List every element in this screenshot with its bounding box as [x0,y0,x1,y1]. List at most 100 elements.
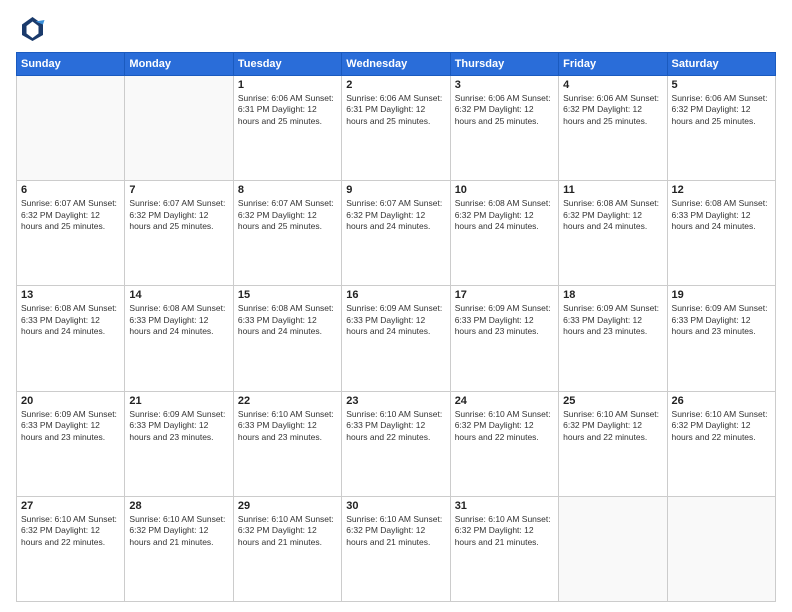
calendar-cell: 11Sunrise: 6:08 AM Sunset: 6:32 PM Dayli… [559,181,667,286]
day-info: Sunrise: 6:10 AM Sunset: 6:32 PM Dayligh… [21,514,120,548]
day-info: Sunrise: 6:10 AM Sunset: 6:32 PM Dayligh… [455,409,554,443]
logo-icon [16,14,46,44]
calendar-cell: 6 Sunrise: 6:07 AM Sunset: 6:32 PM Daylig… [17,181,125,286]
day-number: 30 [346,500,445,512]
day-number: 4 [563,79,662,91]
day-number: 12 [672,184,771,196]
day-info: Sunrise: 6:08 AM Sunset: 6:33 PM Dayligh… [21,303,120,337]
calendar-cell: 1 Sunrise: 6:06 AM Sunset: 6:31 PM Daylig… [233,76,341,181]
day-info: Sunrise: 6:10 AM Sunset: 6:32 PM Dayligh… [563,409,662,443]
day-info: Sunrise: 6:06 AM Sunset: 6:32 PM Dayligh… [455,93,554,127]
day-info: Sunrise: 6:06 AM Sunset: 6:32 PM Dayligh… [563,93,662,127]
day-number: 23 [346,395,445,407]
day-number: 1 [238,79,337,91]
day-info: Sunrise: 6:08 AM Sunset: 6:33 PM Dayligh… [129,303,228,337]
calendar-cell: 21Sunrise: 6:09 AM Sunset: 6:33 PM Dayli… [125,391,233,496]
day-number: 10 [455,184,554,196]
calendar-cell: 27 Sunrise: 6:10 AM Sunset: 6:32 PM Dayli… [17,496,125,601]
day-number: 7 [129,184,228,196]
calendar-cell: 7 Sunrise: 6:07 AM Sunset: 6:32 PM Daylig… [125,181,233,286]
day-number: 18 [563,289,662,301]
calendar-table: SundayMondayTuesdayWednesdayThursdayFrid… [16,52,776,602]
calendar-cell: 12 Sunrise: 6:08 AM Sunset: 6:33 PM Dayli… [667,181,775,286]
calendar-week-row: 1 Sunrise: 6:06 AM Sunset: 6:31 PM Daylig… [17,76,776,181]
calendar-cell [17,76,125,181]
day-info: Sunrise: 6:08 AM Sunset: 6:32 PM Dayligh… [563,198,662,232]
day-number: 8 [238,184,337,196]
calendar-cell: 23 Sunrise: 6:10 AM Sunset: 6:33 PM Dayli… [342,391,450,496]
day-number: 3 [455,79,554,91]
day-number: 31 [455,500,554,512]
day-info: Sunrise: 6:10 AM Sunset: 6:32 PM Dayligh… [455,514,554,548]
day-info: Sunrise: 6:10 AM Sunset: 6:32 PM Dayligh… [238,514,337,548]
day-number: 19 [672,289,771,301]
day-info: Sunrise: 6:06 AM Sunset: 6:32 PM Dayligh… [672,93,771,127]
calendar-cell: 28Sunrise: 6:10 AM Sunset: 6:32 PM Dayli… [125,496,233,601]
calendar-header-row: SundayMondayTuesdayWednesdayThursdayFrid… [17,53,776,76]
calendar-cell: 16 Sunrise: 6:09 AM Sunset: 6:33 PM Dayli… [342,286,450,391]
day-info: Sunrise: 6:09 AM Sunset: 6:33 PM Dayligh… [455,303,554,337]
calendar-week-row: 27 Sunrise: 6:10 AM Sunset: 6:32 PM Dayli… [17,496,776,601]
day-number: 9 [346,184,445,196]
calendar-cell [125,76,233,181]
day-number: 26 [672,395,771,407]
day-info: Sunrise: 6:07 AM Sunset: 6:32 PM Dayligh… [21,198,120,232]
day-info: Sunrise: 6:06 AM Sunset: 6:31 PM Dayligh… [346,93,445,127]
calendar-cell: 13 Sunrise: 6:08 AM Sunset: 6:33 PM Dayli… [17,286,125,391]
weekday-header: Sunday [17,53,125,76]
logo [16,14,50,44]
day-number: 13 [21,289,120,301]
day-info: Sunrise: 6:09 AM Sunset: 6:33 PM Dayligh… [21,409,120,443]
day-number: 25 [563,395,662,407]
day-info: Sunrise: 6:09 AM Sunset: 6:33 PM Dayligh… [346,303,445,337]
day-info: Sunrise: 6:08 AM Sunset: 6:33 PM Dayligh… [672,198,771,232]
weekday-header: Monday [125,53,233,76]
calendar-cell: 19Sunrise: 6:09 AM Sunset: 6:33 PM Dayli… [667,286,775,391]
day-info: Sunrise: 6:07 AM Sunset: 6:32 PM Dayligh… [346,198,445,232]
day-number: 17 [455,289,554,301]
header [16,14,776,44]
day-number: 29 [238,500,337,512]
day-info: Sunrise: 6:10 AM Sunset: 6:33 PM Dayligh… [238,409,337,443]
day-number: 27 [21,500,120,512]
calendar-cell: 20 Sunrise: 6:09 AM Sunset: 6:33 PM Dayli… [17,391,125,496]
weekday-header: Tuesday [233,53,341,76]
calendar-week-row: 13 Sunrise: 6:08 AM Sunset: 6:33 PM Dayli… [17,286,776,391]
calendar-cell: 9 Sunrise: 6:07 AM Sunset: 6:32 PM Daylig… [342,181,450,286]
day-info: Sunrise: 6:10 AM Sunset: 6:33 PM Dayligh… [346,409,445,443]
calendar-cell: 10 Sunrise: 6:08 AM Sunset: 6:32 PM Dayli… [450,181,558,286]
day-number: 14 [129,289,228,301]
calendar-cell: 30Sunrise: 6:10 AM Sunset: 6:32 PM Dayli… [342,496,450,601]
calendar-cell: 26 Sunrise: 6:10 AM Sunset: 6:32 PM Dayli… [667,391,775,496]
day-number: 21 [129,395,228,407]
day-info: Sunrise: 6:06 AM Sunset: 6:31 PM Dayligh… [238,93,337,127]
calendar-cell: 25 Sunrise: 6:10 AM Sunset: 6:32 PM Dayli… [559,391,667,496]
calendar-cell: 31 Sunrise: 6:10 AM Sunset: 6:32 PM Dayli… [450,496,558,601]
calendar-cell: 22Sunrise: 6:10 AM Sunset: 6:33 PM Dayli… [233,391,341,496]
calendar-cell: 5Sunrise: 6:06 AM Sunset: 6:32 PM Daylig… [667,76,775,181]
calendar-cell [559,496,667,601]
calendar-cell: 24 Sunrise: 6:10 AM Sunset: 6:32 PM Dayli… [450,391,558,496]
calendar-cell: 17 Sunrise: 6:09 AM Sunset: 6:33 PM Dayli… [450,286,558,391]
day-info: Sunrise: 6:09 AM Sunset: 6:33 PM Dayligh… [563,303,662,337]
weekday-header: Friday [559,53,667,76]
day-info: Sunrise: 6:08 AM Sunset: 6:32 PM Dayligh… [455,198,554,232]
calendar-cell: 3 Sunrise: 6:06 AM Sunset: 6:32 PM Daylig… [450,76,558,181]
day-number: 6 [21,184,120,196]
weekday-header: Saturday [667,53,775,76]
calendar-cell: 18 Sunrise: 6:09 AM Sunset: 6:33 PM Dayli… [559,286,667,391]
calendar-cell: 15 Sunrise: 6:08 AM Sunset: 6:33 PM Dayli… [233,286,341,391]
day-number: 15 [238,289,337,301]
day-number: 2 [346,79,445,91]
day-number: 16 [346,289,445,301]
calendar-week-row: 20 Sunrise: 6:09 AM Sunset: 6:33 PM Dayli… [17,391,776,496]
day-number: 20 [21,395,120,407]
day-info: Sunrise: 6:10 AM Sunset: 6:32 PM Dayligh… [672,409,771,443]
calendar-week-row: 6 Sunrise: 6:07 AM Sunset: 6:32 PM Daylig… [17,181,776,286]
calendar-cell [667,496,775,601]
day-number: 28 [129,500,228,512]
day-info: Sunrise: 6:07 AM Sunset: 6:32 PM Dayligh… [129,198,228,232]
day-number: 24 [455,395,554,407]
day-info: Sunrise: 6:08 AM Sunset: 6:33 PM Dayligh… [238,303,337,337]
weekday-header: Thursday [450,53,558,76]
